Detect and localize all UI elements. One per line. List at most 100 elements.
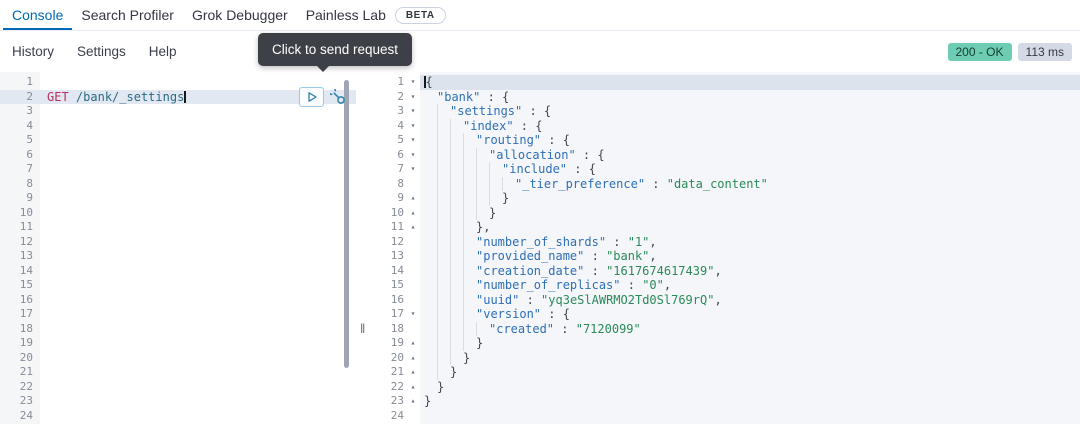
code-line: 16 "uuid" : "yq3eSlAWRMO2Td0Sl769rQ", bbox=[390, 292, 722, 308]
request-editor-scrollbar[interactable] bbox=[344, 80, 349, 368]
response-lines: 1 ▾{2 ▾ "bank" : {3 ▾ "settings" : {4 ▾ "index"… bbox=[372, 75, 1080, 423]
fold-close-icon[interactable]: ▴ bbox=[406, 220, 420, 235]
tab-label: Grok Debugger bbox=[191, 7, 288, 23]
request-options-button[interactable] bbox=[329, 88, 347, 106]
code-line: 18 bbox=[19, 321, 33, 335]
code-line: 3 ▾ "settings" : { bbox=[397, 104, 552, 119]
code-line: 12 "number_of_shards" : "1", bbox=[390, 234, 657, 250]
fold-close-icon[interactable]: ▴ bbox=[406, 380, 420, 395]
menu-help[interactable]: Help bbox=[149, 44, 177, 59]
code-line: 13 bbox=[19, 249, 33, 262]
code-line: 17 bbox=[19, 307, 33, 320]
code-line: 19 ▴} bbox=[390, 336, 484, 351]
code-line: 15 bbox=[19, 278, 33, 291]
panel-resizer[interactable]: ‖ bbox=[356, 72, 372, 424]
fold-open-icon[interactable]: ▾ bbox=[406, 90, 420, 105]
code-line: 20 bbox=[19, 350, 33, 364]
code-line: 1 ▾{ bbox=[372, 75, 1080, 90]
code-line: 21 ▴} bbox=[390, 365, 458, 380]
fold-close-icon[interactable]: ▴ bbox=[406, 394, 420, 409]
code-line: 5 bbox=[26, 133, 33, 146]
fold-close-icon[interactable]: ▴ bbox=[406, 365, 420, 380]
code-line: 5 ▾ "routing" : { bbox=[397, 133, 570, 148]
wrench-icon bbox=[330, 89, 345, 104]
fold-open-icon[interactable]: ▾ bbox=[406, 148, 420, 163]
request-editor[interactable]: 1 2 GET /bank/_settings 3 4 5 6 7 8 9 10 11 12 13 14 15… bbox=[0, 72, 356, 424]
code-line: 21 bbox=[19, 365, 33, 378]
code-line: 24 bbox=[372, 409, 1080, 424]
tab-console[interactable]: Console bbox=[3, 0, 72, 30]
menu-history[interactable]: History bbox=[12, 44, 54, 59]
code-line: 15 "number_of_replicas" : "0", bbox=[390, 278, 672, 293]
send-request-button[interactable] bbox=[299, 87, 324, 107]
code-line: 22 bbox=[19, 379, 33, 393]
dev-tools-tabbar: Console Search Profiler Grok Debugger Pa… bbox=[0, 0, 1080, 31]
fold-close-icon[interactable]: ▴ bbox=[406, 351, 420, 366]
console-toolbar: History Settings Help 200 - OK 113 ms bbox=[0, 31, 1080, 72]
code-line: 7 bbox=[26, 162, 33, 175]
fold-open-icon[interactable]: ▾ bbox=[406, 119, 420, 134]
request-lines: 1 2 GET /bank/_settings 3 4 5 6 7 8 9 10 11 12 13 14 15… bbox=[0, 75, 356, 423]
code-line: 9 ▴} bbox=[397, 191, 510, 206]
code-line: 10 ▴} bbox=[390, 205, 497, 221]
fold-open-icon[interactable]: ▾ bbox=[406, 104, 420, 119]
request-actions bbox=[299, 87, 347, 107]
code-line: 24 bbox=[19, 408, 33, 422]
code-line: 22 ▴} bbox=[390, 379, 445, 395]
tab-label: Search Profiler bbox=[81, 7, 174, 23]
code-line: 4 bbox=[26, 118, 33, 132]
code-line: 23 bbox=[19, 394, 33, 407]
code-line: 4 ▾ "index" : { bbox=[397, 118, 543, 134]
code-line: 8 "_tier_preference" : "data_content" bbox=[397, 176, 768, 191]
code-line: 7 ▾ "include" : { bbox=[397, 162, 596, 177]
tab-search-profiler[interactable]: Search Profiler bbox=[72, 0, 183, 30]
code-line: 23 ▴} bbox=[390, 394, 432, 409]
response-editor[interactable]: 1 ▾{2 ▾ "bank" : {3 ▾ "settings" : {4 ▾ "index"… bbox=[372, 72, 1080, 424]
text-cursor bbox=[184, 90, 186, 103]
fold-open-icon[interactable]: ▾ bbox=[406, 162, 420, 177]
code-line: 16 bbox=[19, 292, 33, 306]
code-line: 18 "created" : "7120099" bbox=[390, 321, 641, 337]
code-line: 13 "provided_name" : "bank", bbox=[390, 249, 657, 264]
tab-label: Painless Lab bbox=[305, 7, 386, 23]
code-line: 9 bbox=[26, 191, 33, 204]
send-request-tooltip: Click to send request bbox=[258, 33, 413, 72]
tab-label: Console bbox=[12, 7, 64, 23]
play-icon bbox=[307, 92, 317, 102]
code-line: 8 bbox=[26, 176, 33, 190]
code-line: 17 ▾ "version" : { bbox=[390, 307, 570, 322]
resizer-grip-icon: ‖ bbox=[360, 321, 366, 336]
code-line: 6 bbox=[26, 147, 33, 161]
fold-open-icon[interactable]: ▾ bbox=[406, 75, 420, 90]
code-line: 20 ▴} bbox=[390, 350, 471, 366]
console-editors: 1 2 GET /bank/_settings 3 4 5 6 7 8 9 10 11 12 13 14 15… bbox=[0, 72, 1080, 424]
code-line: 14 bbox=[19, 263, 33, 277]
fold-close-icon[interactable]: ▴ bbox=[406, 206, 420, 221]
menu-settings[interactable]: Settings bbox=[77, 44, 126, 59]
beta-badge: BETA bbox=[394, 6, 446, 24]
code-line: 14 "creation_date" : "1617674617439", bbox=[390, 263, 722, 279]
code-line: 2 ▾ "bank" : { bbox=[397, 89, 510, 105]
code-line: 12 bbox=[19, 234, 33, 248]
status-code-badge: 200 - OK bbox=[947, 42, 1012, 61]
tab-grok-debugger[interactable]: Grok Debugger bbox=[183, 0, 297, 30]
code-line: 11 ▴}, bbox=[390, 220, 491, 235]
fold-close-icon[interactable]: ▴ bbox=[406, 336, 420, 351]
code-line: 10 bbox=[19, 205, 33, 219]
fold-open-icon[interactable]: ▾ bbox=[406, 133, 420, 148]
tab-painless-lab[interactable]: Painless Lab BETA bbox=[297, 0, 455, 30]
code-line: 11 bbox=[19, 220, 33, 233]
response-status-badges: 200 - OK 113 ms bbox=[947, 42, 1072, 61]
fold-close-icon[interactable]: ▴ bbox=[406, 191, 420, 206]
code-line: 19 bbox=[19, 336, 33, 349]
code-line: 6 ▾ "allocation" : { bbox=[397, 147, 605, 163]
response-time-badge: 113 ms bbox=[1017, 42, 1072, 61]
fold-open-icon[interactable]: ▾ bbox=[406, 307, 420, 322]
